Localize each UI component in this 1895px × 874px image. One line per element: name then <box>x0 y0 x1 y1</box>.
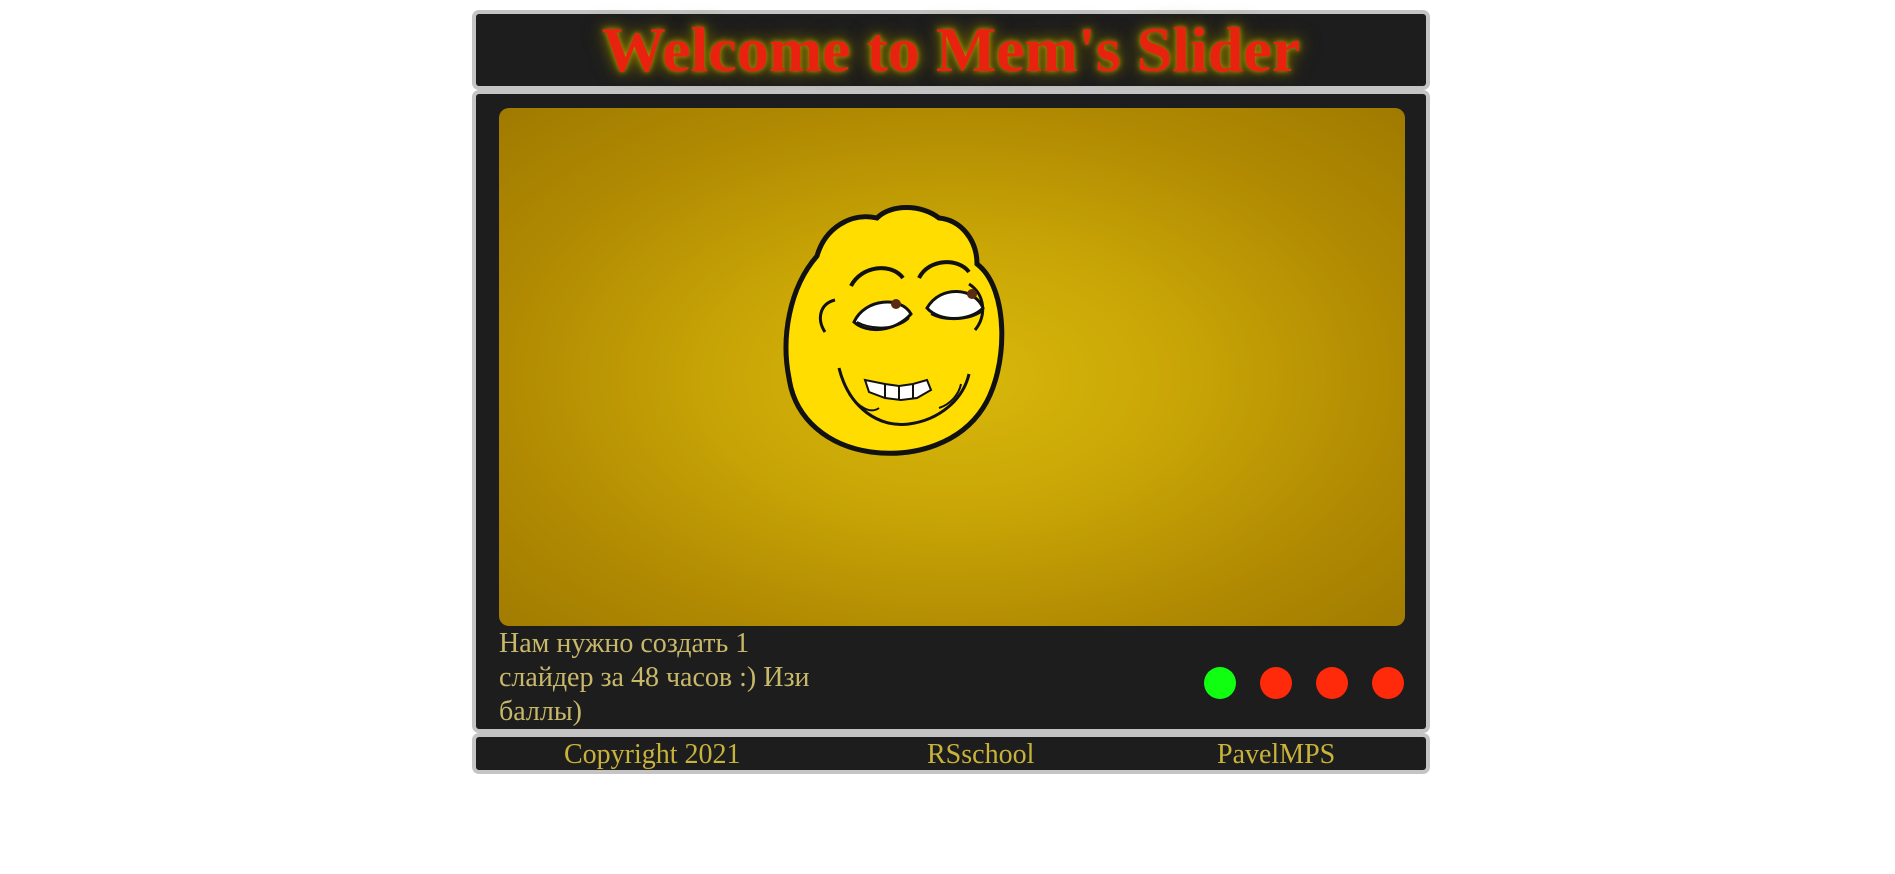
footer-copyright: Copyright 2021 <box>564 739 741 770</box>
slider-dot-2[interactable] <box>1260 667 1292 699</box>
footer-panel: Copyright 2021 RSschool PavelMPS <box>472 733 1430 774</box>
slider-dot-1[interactable] <box>1204 667 1236 699</box>
slider-dot-4[interactable] <box>1372 667 1404 699</box>
meme-face-illustration <box>783 205 1005 456</box>
footer-school: RSschool <box>927 739 1035 770</box>
slide-caption: Нам нужно создать 1 слайдер за 48 часов … <box>499 628 810 727</box>
slider-dots <box>1204 667 1404 699</box>
page-title: Welcome to Mem's Slider <box>601 14 1301 85</box>
slider-panel: Нам нужно создать 1 слайдер за 48 часов … <box>472 90 1430 733</box>
slide-image <box>499 108 1405 626</box>
footer-author: PavelMPS <box>1217 739 1336 770</box>
slider-dot-3[interactable] <box>1316 667 1348 699</box>
header-panel: Welcome to Mem's Slider <box>472 10 1430 90</box>
